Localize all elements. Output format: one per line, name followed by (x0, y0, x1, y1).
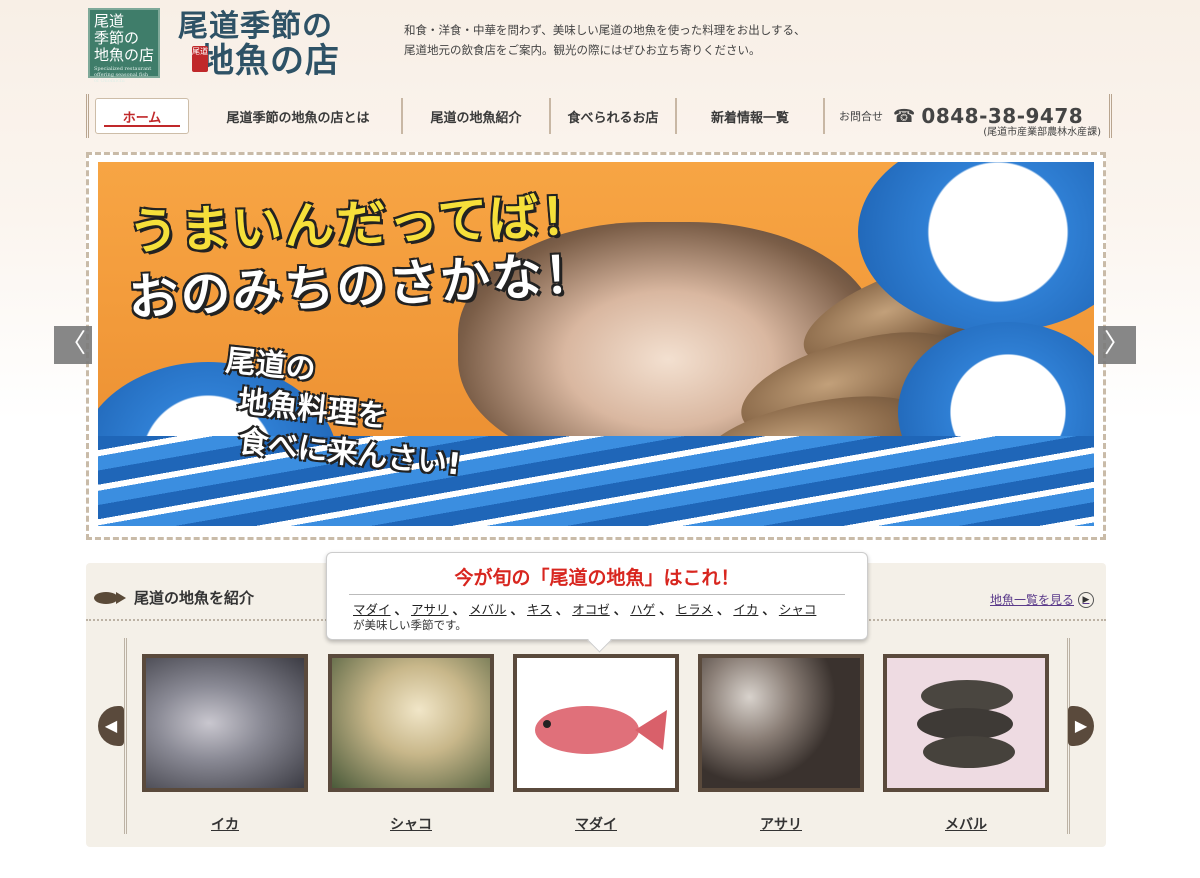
site-logo-title[interactable]: 尾道季節の 地魚の店 (178, 9, 378, 81)
fish-card-mantis-shrimp[interactable] (328, 654, 494, 792)
nav-news[interactable]: 新着情報一覧 (677, 98, 825, 134)
logo-title-line1: 尾道季節の (178, 9, 333, 44)
squid-image (146, 658, 304, 788)
telephone-icon: ☎ (893, 105, 916, 127)
fish-list-link[interactable]: 地魚一覧を見る ▶ (990, 591, 1094, 608)
seasonal-fish-link[interactable]: ヒラメ (676, 602, 713, 617)
nav-home[interactable]: ホーム (95, 98, 189, 134)
seasonal-fish-link[interactable]: オコゼ (572, 602, 610, 617)
fish-card-rockfish[interactable] (883, 654, 1049, 792)
section-title-text: 尾道の地魚を紹介 (134, 589, 255, 607)
logo-emblem-line: 尾道 (94, 12, 125, 30)
clam-image (702, 658, 860, 788)
fish-card-label[interactable]: アサリ (698, 814, 864, 834)
fish-card-label[interactable]: シャコ (328, 814, 494, 834)
hero-banner[interactable]: うまいんだってば！ おのみちのさかな！ 尾道の 地魚料理を 食べに来んさい! (98, 162, 1094, 526)
intro-line: 和食・洋食・中華を問わず、美味しい尾道の地魚を使った料理をお出しする、 (404, 23, 806, 37)
fish-card-label[interactable]: マダイ (513, 814, 679, 834)
seasonal-fish-link[interactable]: メバル (469, 602, 507, 617)
contact-label: お問合せ (839, 110, 883, 123)
mantis-shrimp-image (332, 658, 490, 788)
logo-emblem[interactable]: 尾道 季節の 地魚の店 Specialized restaurant offer… (88, 8, 160, 84)
rockfish-image (887, 658, 1045, 788)
intro-line: 尾道地元の飲食店をご案内。観光の際にはぜひお立ち寄りください。 (404, 43, 761, 57)
logo-title-line2: 地魚の店 (200, 41, 340, 81)
logo-emblem-line: 季節の (94, 29, 140, 47)
seasonal-fish-link[interactable]: キス (527, 602, 552, 617)
fish-card-label[interactable]: メバル (883, 814, 1049, 834)
red-seabream-image (517, 658, 675, 788)
seasonal-fish-link[interactable]: アサリ (411, 602, 449, 617)
fish-card-red-seabream[interactable] (513, 654, 679, 792)
logo-emblem-line: 地魚の店 (94, 46, 155, 64)
logo-stamp: 尾道 (192, 46, 208, 72)
site-intro: 和食・洋食・中華を問わず、美味しい尾道の地魚を使った料理をお出しする、 尾道地元… (404, 20, 834, 60)
contact-department: (尾道市産業部農林水産課) (983, 127, 1101, 138)
fish-card-label[interactable]: イカ (142, 814, 308, 834)
section-title: 尾道の地魚を紹介 (94, 587, 254, 608)
logo-emblem-subtitle: Specialized restaurant offering seasonal… (94, 66, 152, 84)
contact-info: お問合せ ☎ 0848-38-9478 (尾道市産業部農林水産課) (825, 104, 1101, 138)
red-seabream-drawing (535, 706, 667, 754)
nav-restaurants[interactable]: 食べられるお店 (551, 98, 677, 134)
seasonal-fish-bubble: 今が旬の「尾道の地魚」はこれ！ マダイ、 アサリ、 メバル、 キス、 オコゼ、 … (326, 552, 868, 640)
seasonal-fish-link[interactable]: マダイ (353, 602, 391, 617)
slider-next-button[interactable]: 〉 (1098, 326, 1136, 364)
slider-prev-button[interactable]: 〈 (54, 326, 92, 364)
rockfish-drawing (917, 680, 1015, 768)
arrow-right-circle-icon[interactable]: ▶ (1078, 591, 1094, 608)
seasonal-fish-list: マダイ、 アサリ、 メバル、 キス、 オコゼ、 ハゲ、 ヒラメ、 イカ、 シャコ (353, 602, 817, 617)
main-nav: ホーム 尾道季節の地魚の店とは 尾道の地魚紹介 食べられるお店 新着情報一覧 お… (86, 94, 1112, 138)
fish-list-link-text[interactable]: 地魚一覧を見る (990, 591, 1074, 608)
nav-about[interactable]: 尾道季節の地魚の店とは (195, 98, 403, 134)
fish-card-clam[interactable] (698, 654, 864, 792)
fish-card-squid[interactable] (142, 654, 308, 792)
seasonal-fish-link[interactable]: イカ (733, 602, 758, 617)
seasonal-note: が美味しい季節です。 (353, 618, 467, 632)
fish-icon (94, 591, 128, 605)
seasonal-fish-link[interactable]: ハゲ (630, 602, 655, 617)
seasonal-title: 今が旬の「尾道の地魚」はこれ！ (349, 563, 845, 595)
seasonal-fish-link[interactable]: シャコ (779, 602, 817, 617)
nav-fish-intro[interactable]: 尾道の地魚紹介 (403, 98, 551, 134)
